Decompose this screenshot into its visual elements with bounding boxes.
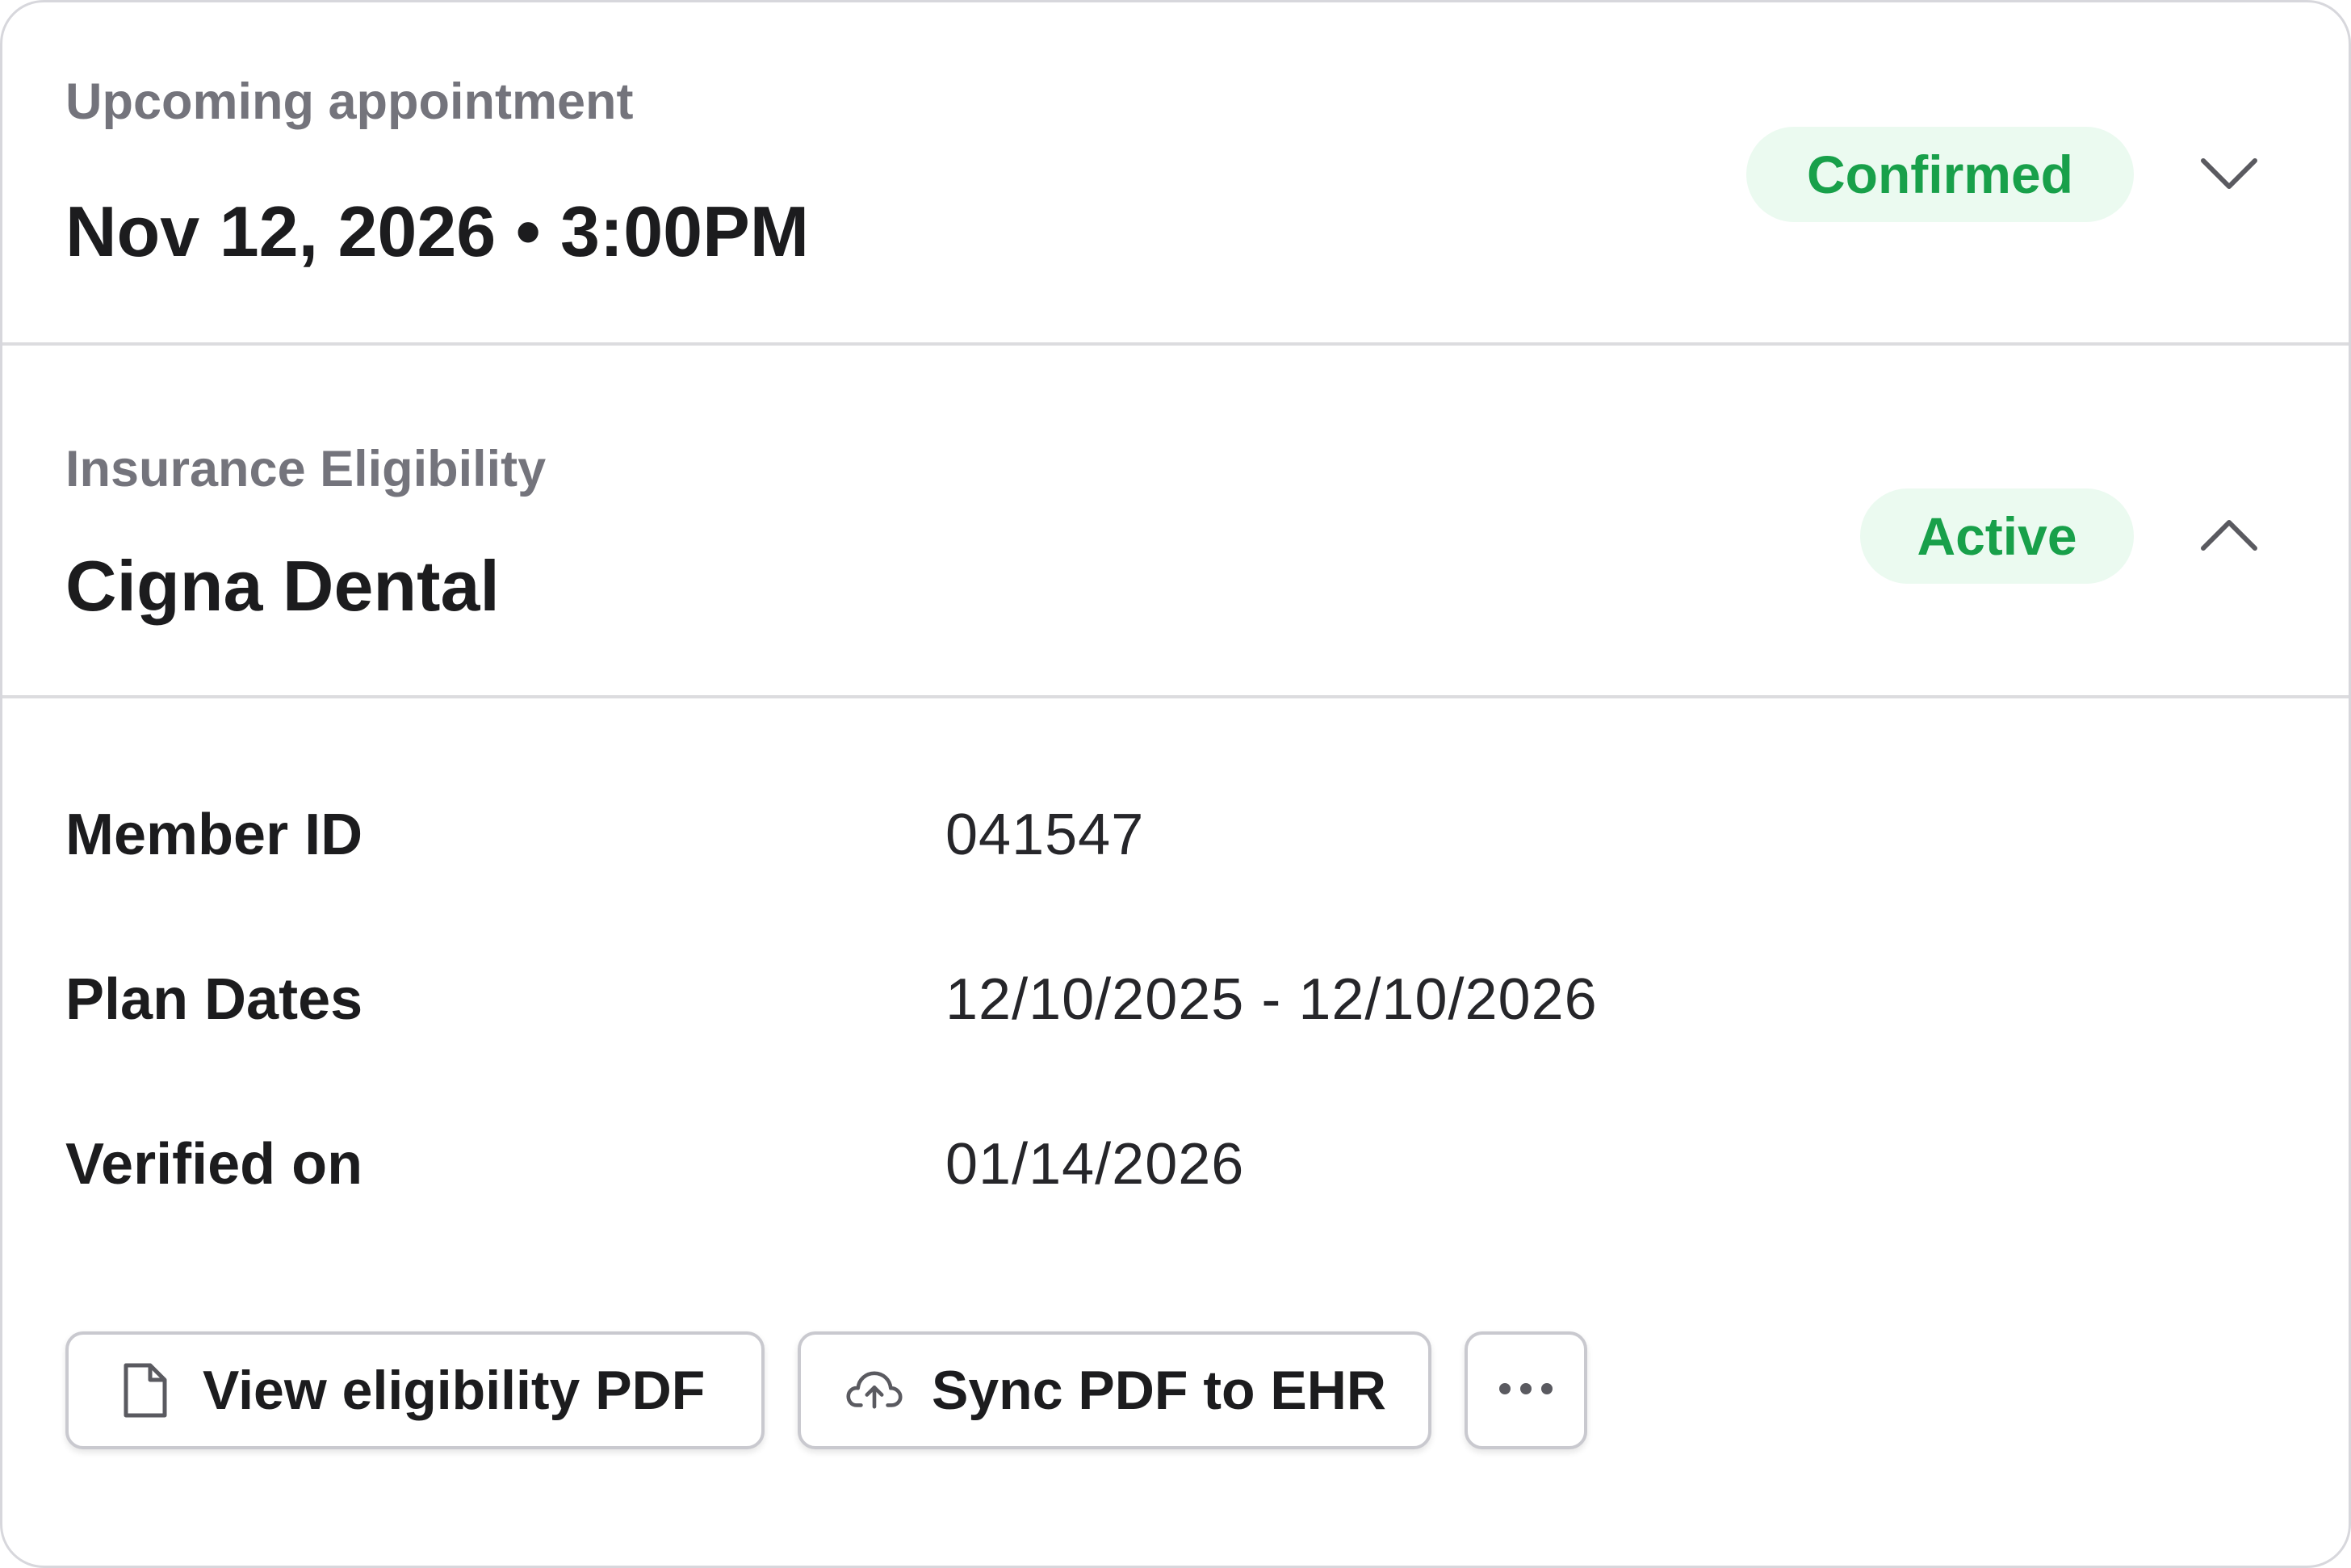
view-eligibility-pdf-label: View eligibility PDF [203,1360,706,1421]
insurance-overline: Insurance Eligibility [65,441,547,497]
plan-dates-label: Plan Dates [65,967,363,1032]
insurance-carrier: Cigna Dental [65,546,500,626]
detail-row-verified-on: Verified on 01/14/2026 [65,1128,2286,1201]
document-icon [117,1358,174,1423]
member-id-value: 041547 [945,803,1145,867]
patient-card: Upcoming appointment Nov 12, 2026 • 3:00… [0,0,2351,1568]
appointment-overline: Upcoming appointment [65,73,634,130]
verified-on-label: Verified on [65,1132,363,1197]
plan-dates-value: 12/10/2025 - 12/10/2026 [945,967,1598,1032]
appointment-status-badge: Confirmed [1746,127,2134,222]
sync-pdf-to-ehr-label: Sync PDF to EHR [932,1360,1386,1421]
detail-row-plan-dates: Plan Dates 12/10/2025 - 12/10/2026 [65,963,2286,1036]
more-horizontal-icon [1497,1381,1555,1401]
sync-pdf-to-ehr-button[interactable]: Sync PDF to EHR [798,1331,1431,1449]
cloud-upload-icon [846,1358,903,1423]
chevron-up-icon[interactable] [2197,513,2261,558]
view-eligibility-pdf-button[interactable]: View eligibility PDF [65,1331,765,1449]
more-actions-button[interactable] [1465,1331,1587,1449]
appointment-section[interactable]: Upcoming appointment Nov 12, 2026 • 3:00… [2,2,2349,346]
appointment-datetime: Nov 12, 2026 • 3:00PM [65,191,810,271]
member-id-label: Member ID [65,803,363,867]
detail-row-member-id: Member ID 041547 [65,799,2286,871]
chevron-down-icon[interactable] [2197,151,2261,196]
insurance-status-badge: Active [1860,488,2134,584]
verified-on-value: 01/14/2026 [945,1132,1245,1197]
insurance-section[interactable]: Insurance Eligibility Cigna Dental Activ… [2,346,2349,698]
